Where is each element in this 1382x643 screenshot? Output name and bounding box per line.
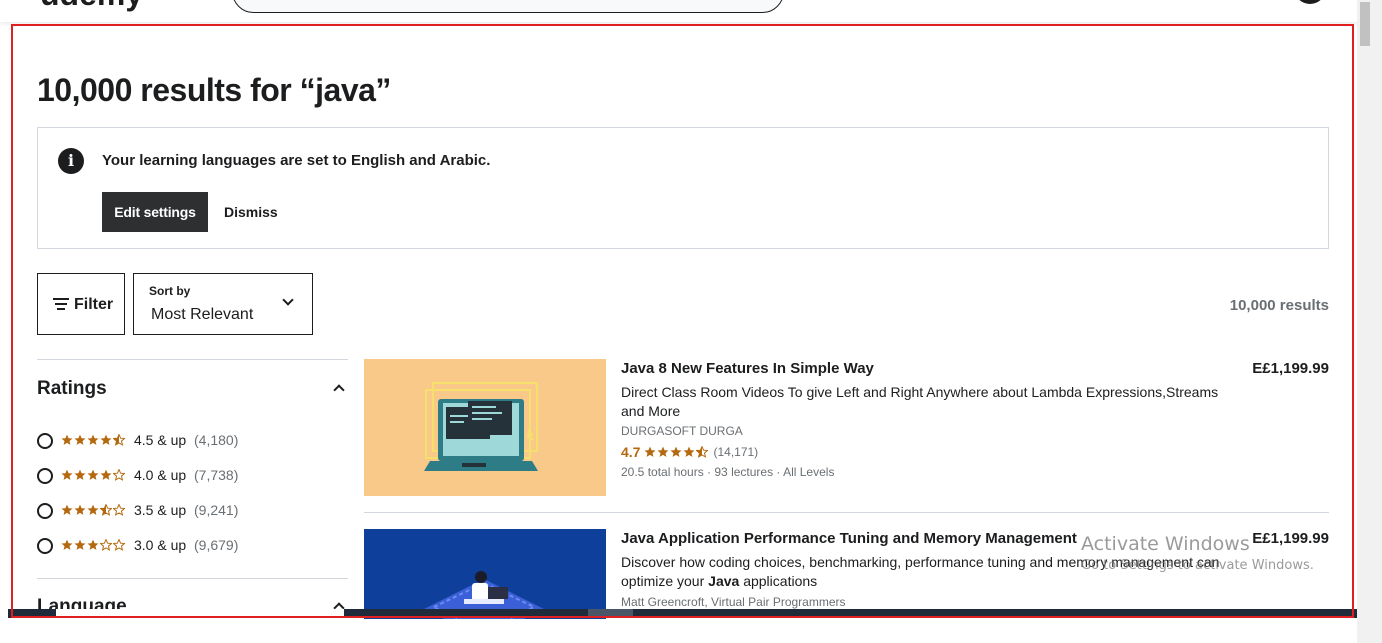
rating-option[interactable]: 4.0 & up (7,738) <box>37 464 348 488</box>
star-icon <box>113 539 125 551</box>
star-icon <box>100 539 112 551</box>
star-icon <box>100 469 112 480</box>
star-icon <box>74 469 86 480</box>
star-icon <box>61 539 73 550</box>
scrollbar-thumb[interactable] <box>1360 2 1370 46</box>
rating-count: (4,180) <box>194 432 239 448</box>
course-rating-value: 4.7 <box>621 444 641 460</box>
star-rating <box>61 501 126 519</box>
language-alert-message: Your learning languages are set to Engli… <box>102 152 491 169</box>
rating-option[interactable]: 3.0 & up (9,679) <box>37 534 348 558</box>
course-title[interactable]: Java Application Performance Tuning and … <box>621 530 1077 547</box>
language-alert: i Your learning languages are set to Eng… <box>37 127 1329 249</box>
star-icon <box>657 446 669 457</box>
radio-button[interactable] <box>37 468 53 484</box>
rating-label: 3.5 & up <box>134 502 187 518</box>
star-rating <box>61 431 126 449</box>
star-icon <box>670 446 682 457</box>
user-avatar[interactable] <box>1294 0 1326 4</box>
star-rating <box>61 536 126 554</box>
radio-button[interactable] <box>37 538 53 554</box>
star-icon <box>87 504 99 515</box>
taskbar-app[interactable] <box>56 609 344 618</box>
star-icon <box>683 446 695 457</box>
watermark-subtitle: Go to Settings to activate Windows. <box>1081 558 1314 573</box>
star-icon <box>74 504 86 515</box>
sort-value: Most Relevant <box>151 306 254 323</box>
windows-activation-watermark: Activate Windows Go to Settings to activ… <box>1081 533 1314 573</box>
ratings-heading[interactable]: Ratings <box>37 378 107 400</box>
course-price: E£1,199.99 <box>1252 360 1329 377</box>
rating-count: (9,679) <box>194 537 239 553</box>
star-icon <box>87 539 99 550</box>
rating-option[interactable]: 3.5 & up (9,241) <box>37 499 348 523</box>
chevron-up-icon[interactable] <box>333 384 345 396</box>
rating-label: 4.0 & up <box>134 467 187 483</box>
sidebar-divider <box>37 578 348 579</box>
page-title: 10,000 results for “java” <box>37 72 391 108</box>
star-icon <box>74 539 86 550</box>
course-thumbnail[interactable] <box>364 359 606 496</box>
course-card[interactable]: Java 8 New Features In Simple Way Direct… <box>364 359 1329 513</box>
rating-count: (9,241) <box>194 502 239 518</box>
udemy-logo[interactable]: udemy <box>40 0 143 13</box>
star-icon <box>74 434 86 445</box>
star-icon <box>87 469 99 480</box>
chevron-down-icon <box>282 294 294 306</box>
radio-button[interactable] <box>37 503 53 519</box>
course-title[interactable]: Java 8 New Features In Simple Way <box>621 360 874 377</box>
radio-button[interactable] <box>37 433 53 449</box>
taskbar <box>8 609 1357 618</box>
filter-icon <box>53 297 69 311</box>
sort-by-select[interactable]: Sort by Most Relevant <box>133 273 313 335</box>
star-icon <box>100 504 112 516</box>
star-icon <box>61 434 73 445</box>
star-icon <box>87 434 99 445</box>
dismiss-button[interactable]: Dismiss <box>224 192 278 232</box>
page-scrollbar[interactable] <box>1357 0 1382 643</box>
taskbar-item[interactable] <box>588 609 633 618</box>
rating-label: 4.5 & up <box>134 432 187 448</box>
rating-option[interactable]: 4.5 & up (4,180) <box>37 429 348 453</box>
course-description-keyword: Java <box>708 573 740 589</box>
info-icon: i <box>58 148 84 174</box>
course-description-end: applications <box>739 573 818 589</box>
results-count: 10,000 results <box>1229 297 1329 314</box>
star-icon <box>113 434 125 446</box>
star-icon <box>644 446 656 457</box>
course-divider <box>364 512 1329 513</box>
star-rating <box>644 443 709 461</box>
course-author: DURGASOFT DURGA <box>621 424 743 438</box>
course-thumbnail[interactable] <box>364 529 606 619</box>
course-meta: 20.5 total hours · 93 lectures · All Lev… <box>621 465 835 479</box>
rating-label: 3.0 & up <box>134 537 187 553</box>
course-rating: 4.7 (14,171) <box>621 443 758 461</box>
star-icon <box>113 504 125 516</box>
course-rating-count: (14,171) <box>713 445 759 459</box>
filter-label: Filter <box>74 296 114 313</box>
course-author: Matt Greencroft, Virtual Pair Programmer… <box>621 595 846 609</box>
rating-count: (7,738) <box>194 467 239 483</box>
search-bar[interactable] <box>232 0 784 13</box>
star-icon <box>696 446 709 458</box>
sort-caption: Sort by <box>149 284 191 298</box>
edit-settings-button[interactable]: Edit settings <box>102 192 208 232</box>
star-icon <box>61 504 73 515</box>
watermark-title: Activate Windows <box>1081 533 1250 555</box>
star-icon <box>113 469 125 481</box>
course-description: Direct Class Room Videos To give Left an… <box>621 384 1219 419</box>
filter-sidebar: Ratings 4.5 & up (4,180) 4.0 & up (7,738… <box>37 359 348 619</box>
star-icon <box>100 434 112 445</box>
star-icon <box>61 469 73 480</box>
star-rating <box>61 466 126 484</box>
filter-button[interactable]: Filter <box>37 273 125 335</box>
top-navbar: udemy <box>0 0 1382 22</box>
